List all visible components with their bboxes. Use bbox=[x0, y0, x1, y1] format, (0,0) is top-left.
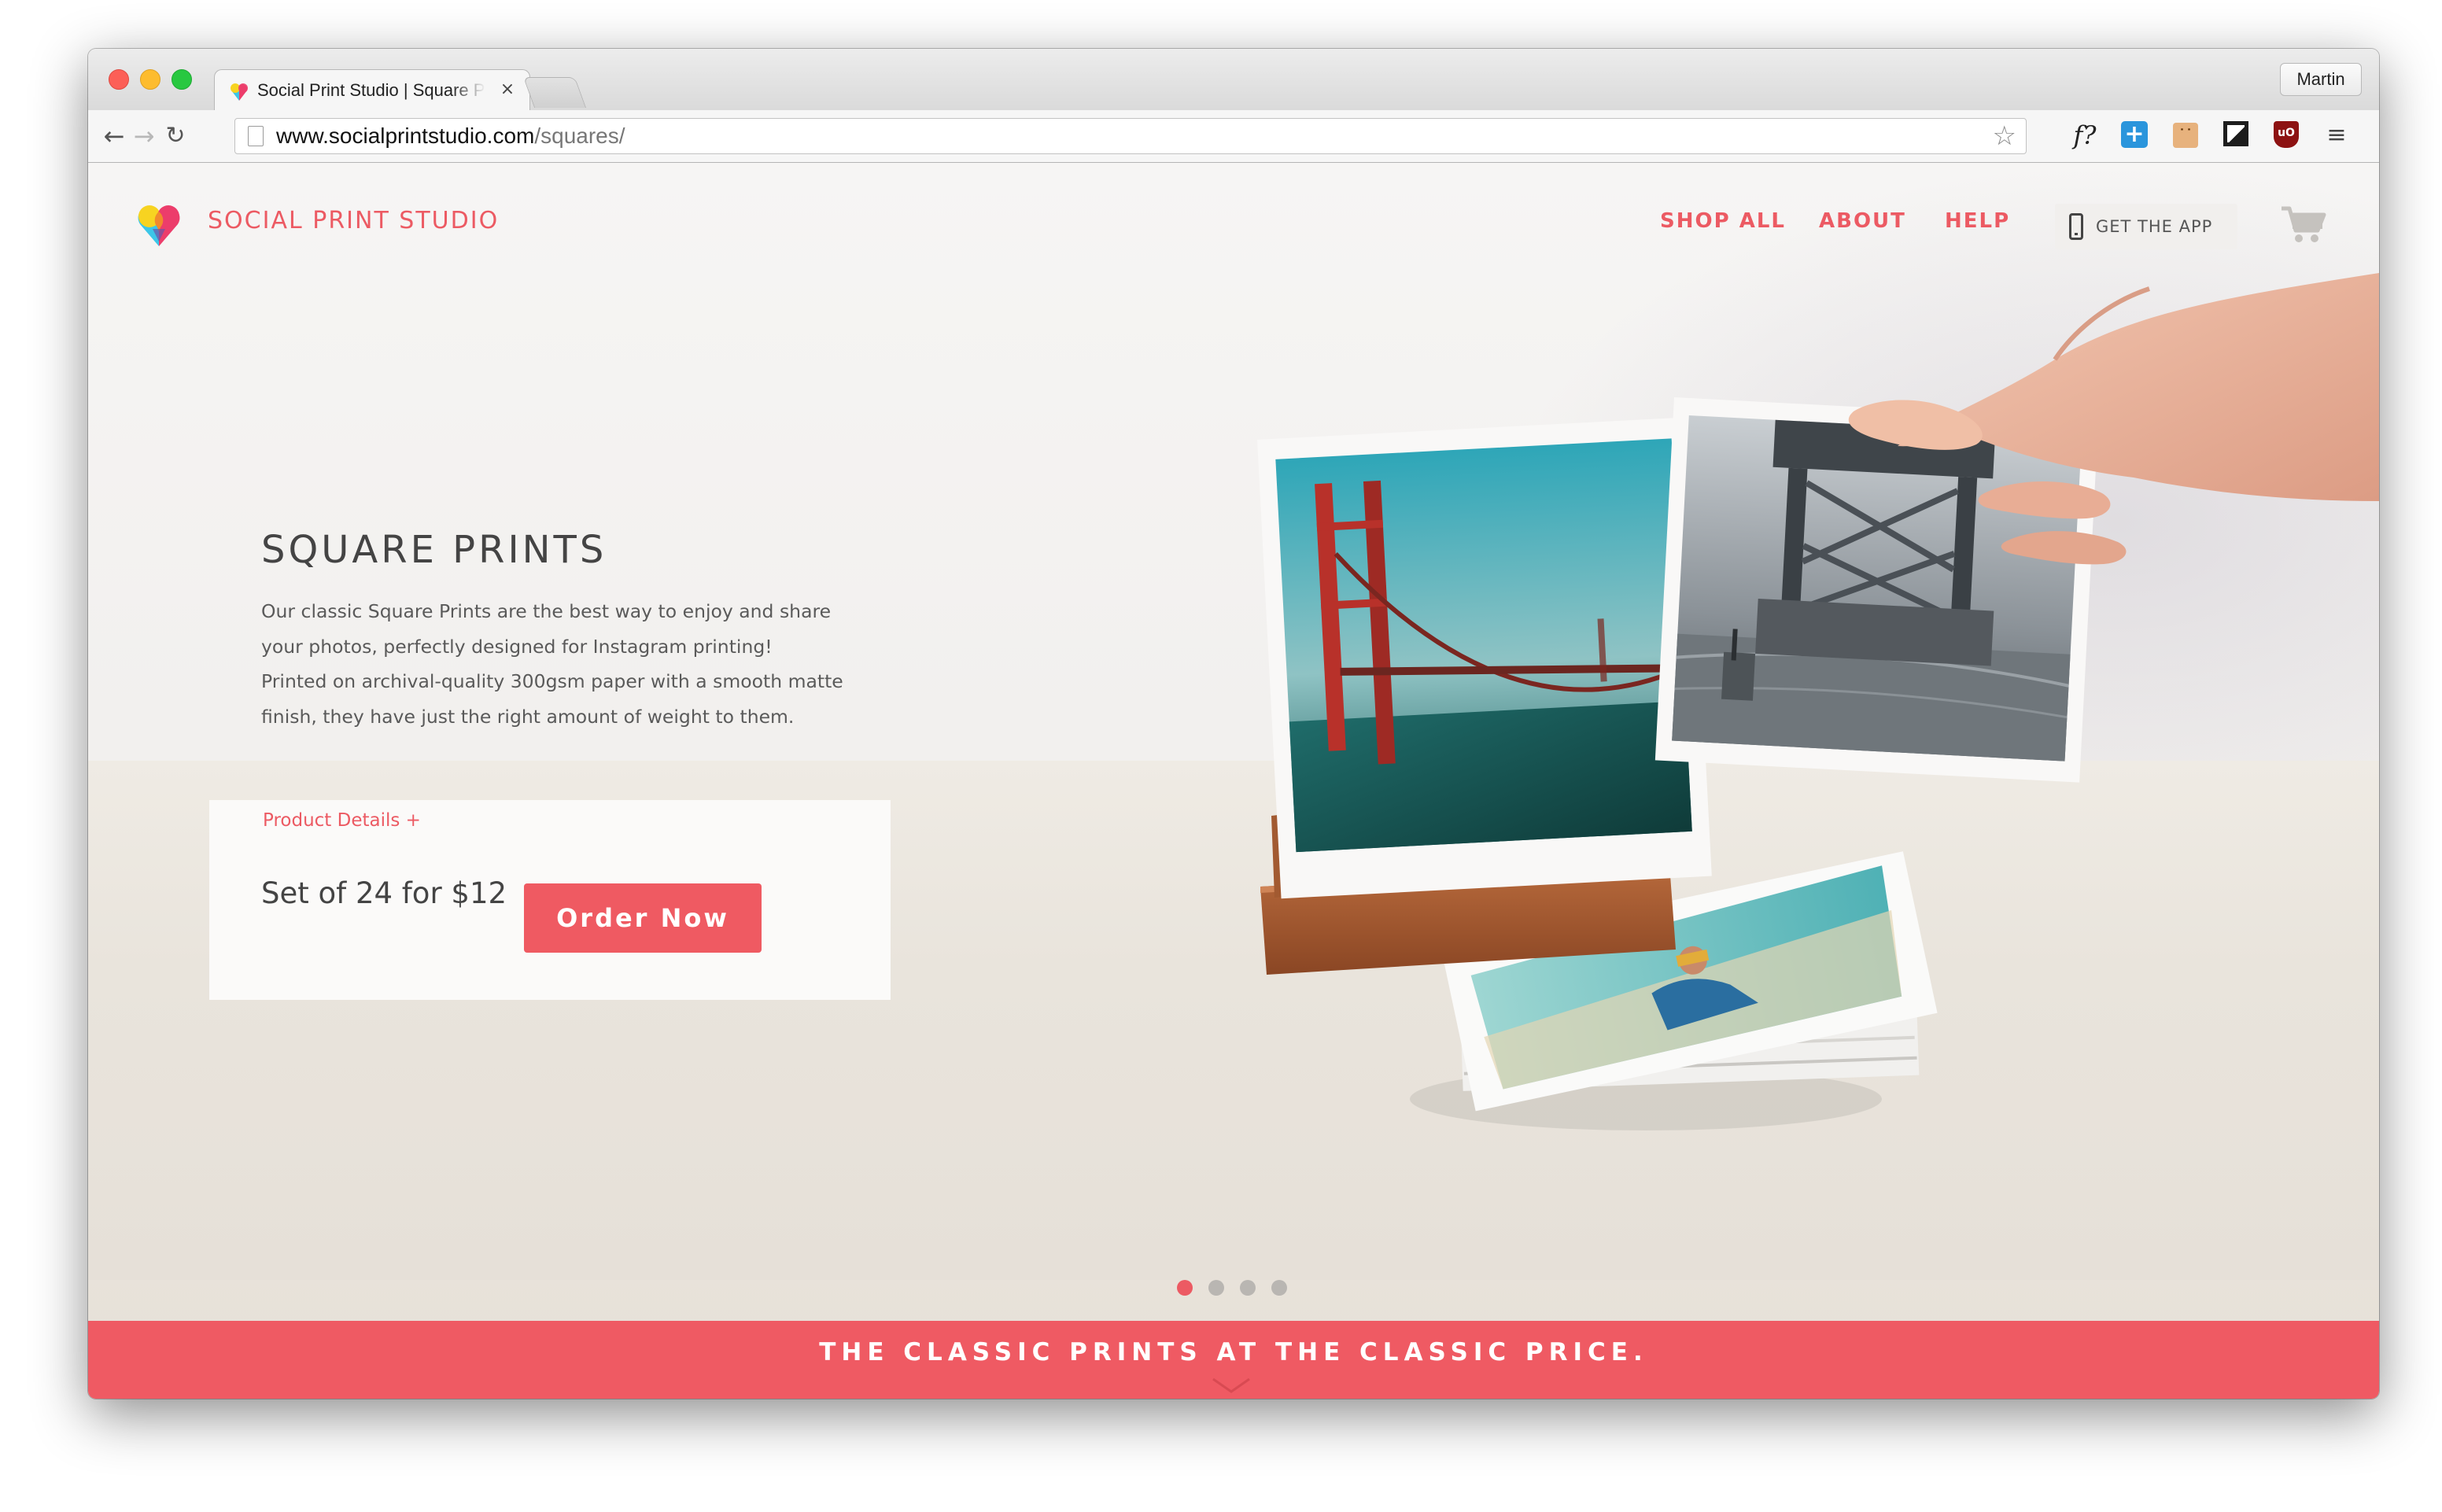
hero-product-photo bbox=[1257, 273, 2379, 1130]
face-extension-glyph: ˙˙ bbox=[2173, 123, 2198, 148]
profile-button[interactable]: Martin bbox=[2280, 63, 2362, 96]
ublock-extension-glyph: uO bbox=[2274, 121, 2299, 148]
order-now-button[interactable]: Order Now bbox=[524, 883, 762, 953]
carousel-dot[interactable] bbox=[1208, 1280, 1224, 1296]
ublock-extension-icon[interactable]: uO bbox=[2272, 121, 2300, 149]
new-tab-button[interactable] bbox=[522, 77, 587, 108]
web-page: SOCIAL PRINT STUDIO SHOP ALL ABOUT HELP … bbox=[88, 163, 2379, 1399]
url-path: /squares/ bbox=[534, 124, 625, 148]
tagline-banner: THE CLASSIC PRINTS AT THE CLASSIC PRICE. bbox=[88, 1321, 2379, 1399]
brand-logo-icon[interactable] bbox=[135, 201, 183, 248]
plus-extension-icon[interactable]: + bbox=[2121, 121, 2149, 149]
back-arrow-icon[interactable]: ← bbox=[99, 121, 129, 151]
tagline-text: THE CLASSIC PRINTS AT THE CLASSIC PRICE. bbox=[819, 1338, 1648, 1366]
nav-about[interactable]: ABOUT bbox=[1819, 207, 1906, 235]
tab-close-icon[interactable]: × bbox=[496, 78, 518, 101]
minimize-window-button[interactable] bbox=[140, 69, 160, 90]
fontface-extension-icon[interactable]: f? bbox=[2071, 121, 2099, 149]
nav-shop-all[interactable]: SHOP ALL bbox=[1660, 207, 1786, 235]
square-extension-icon[interactable] bbox=[2222, 121, 2250, 149]
plus-extension-glyph: + bbox=[2121, 121, 2148, 148]
zoom-window-button[interactable] bbox=[172, 69, 192, 90]
cart-icon[interactable] bbox=[2280, 204, 2327, 246]
nav-help[interactable]: HELP bbox=[1945, 207, 2010, 235]
forward-arrow-icon[interactable]: → bbox=[129, 121, 159, 151]
site-favicon-icon bbox=[231, 83, 248, 101]
hero-description: Our classic Square Prints are the best w… bbox=[261, 600, 843, 728]
square-extension-glyph bbox=[2223, 121, 2248, 146]
face-extension-icon[interactable]: ˙˙ bbox=[2171, 121, 2200, 149]
get-the-app-label: GET THE APP bbox=[2096, 217, 2213, 236]
bookmark-star-icon[interactable]: ☆ bbox=[1993, 120, 2016, 152]
browser-toolbar: ← → ↻ www.socialprintstudio.com/squares/… bbox=[88, 110, 2379, 163]
tab-title: Social Print Studio | Square Prints bbox=[257, 80, 485, 100]
carousel-dot[interactable] bbox=[1271, 1280, 1287, 1296]
reload-icon[interactable]: ↻ bbox=[160, 121, 190, 151]
page-icon bbox=[248, 126, 264, 146]
address-url[interactable]: www.socialprintstudio.com/squares/ bbox=[276, 119, 625, 153]
hero-title: SQUARE PRINTS bbox=[261, 528, 607, 572]
title-bar: Social Print Studio | Square Prints × Ma… bbox=[88, 49, 2379, 111]
close-window-button[interactable] bbox=[109, 69, 129, 90]
carousel-dot[interactable] bbox=[1177, 1280, 1193, 1296]
chevron-down-icon[interactable] bbox=[1212, 1377, 1251, 1395]
url-host: www.socialprintstudio.com bbox=[276, 124, 535, 148]
phone-icon bbox=[2069, 213, 2083, 240]
price-label: Set of 24 for $12 bbox=[261, 876, 507, 910]
browser-tab[interactable]: Social Print Studio | Square Prints × bbox=[214, 69, 530, 111]
get-the-app-button[interactable]: GET THE APP bbox=[2055, 204, 2237, 249]
browser-menu-icon[interactable]: ≡ bbox=[2322, 121, 2351, 149]
brand-name[interactable]: SOCIAL PRINT STUDIO bbox=[208, 205, 499, 237]
product-details-link[interactable]: Product Details + bbox=[263, 805, 421, 836]
carousel-dot[interactable] bbox=[1240, 1280, 1256, 1296]
browser-window: Social Print Studio | Square Prints × Ma… bbox=[88, 49, 2379, 1399]
address-bar[interactable]: www.socialprintstudio.com/squares/ ☆ bbox=[234, 118, 2027, 154]
